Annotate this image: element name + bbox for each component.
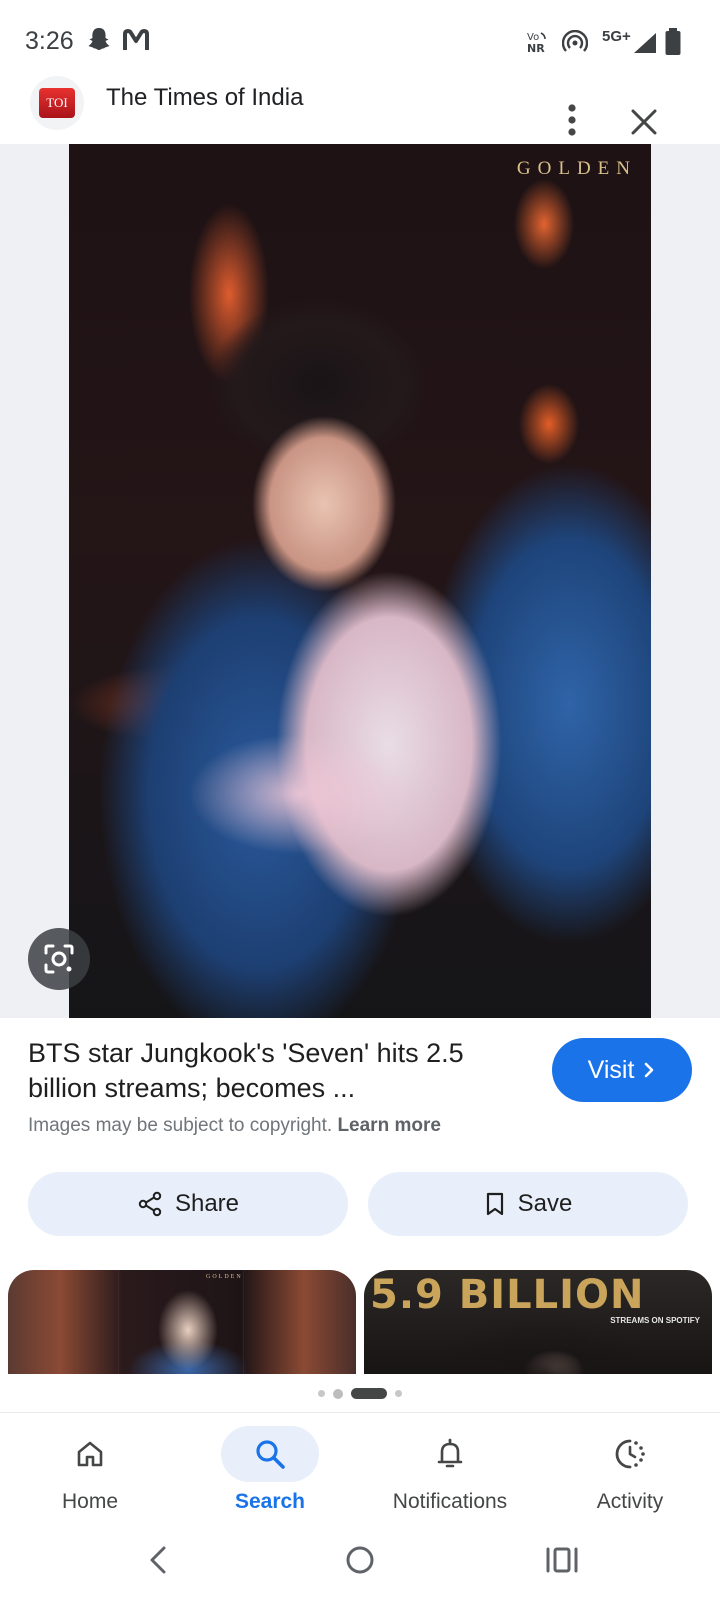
nav-notifications[interactable]: Notifications	[360, 1420, 540, 1520]
search-icon	[256, 1440, 285, 1469]
close-icon	[631, 109, 657, 135]
thumb-1-center	[118, 1270, 244, 1374]
google-lens-button[interactable]	[28, 928, 90, 990]
related-image-2[interactable]: 5.9 BILLION STREAMS ON SPOTIFY	[364, 1270, 712, 1374]
back-chevron-icon	[150, 1546, 166, 1574]
related-image-1[interactable]: GOLDEN	[8, 1270, 356, 1374]
visit-button[interactable]: Visit	[552, 1038, 692, 1102]
carousel-dot	[318, 1390, 325, 1397]
nav-search[interactable]: Search	[180, 1420, 360, 1520]
svg-text:NR: NR	[527, 42, 545, 54]
battery-icon	[664, 28, 682, 61]
thumb-1-brand-text: GOLDEN	[206, 1274, 243, 1280]
copyright-text: Images may be subject to copyright.	[28, 1115, 333, 1136]
nav-activity-icon-wrap	[581, 1426, 679, 1482]
signal-icon	[632, 32, 658, 59]
save-button[interactable]: Save	[368, 1172, 688, 1236]
save-label: Save	[517, 1190, 573, 1217]
home-circle-icon	[346, 1546, 374, 1574]
image-brand-text: GOLDEN	[516, 158, 637, 179]
nav-activity-label: Activity	[596, 1490, 664, 1513]
network-type-label: 5G+	[602, 28, 631, 45]
volte-icon: Vo NR	[524, 30, 550, 59]
clock-time: 3:26	[25, 27, 74, 55]
thumb-2-subtitle: STREAMS ON SPOTIFY	[610, 1316, 700, 1325]
carousel-dot-active	[351, 1388, 387, 1399]
lens-icon	[44, 944, 74, 974]
bookmark-icon	[486, 1192, 503, 1216]
nav-divider	[0, 1412, 720, 1413]
system-back-button[interactable]	[140, 1540, 180, 1580]
bell-icon	[437, 1438, 463, 1468]
learn-more-link[interactable]: Learn more	[337, 1115, 440, 1136]
viewer-header: TOI The Times of India	[0, 70, 720, 144]
home-icon	[77, 1441, 103, 1467]
image-preview-area: GOLDEN	[0, 144, 720, 1018]
site-favicon[interactable]: TOI	[30, 76, 84, 130]
snapchat-ghost-icon	[86, 26, 112, 57]
thumb-2-title: 5.9 BILLION	[370, 1272, 645, 1318]
nav-home-icon-wrap	[41, 1426, 139, 1482]
share-icon	[138, 1191, 162, 1217]
result-title[interactable]: BTS star Jungkook's 'Seven' hits 2.5 bil…	[28, 1036, 528, 1106]
more-vert-icon	[568, 104, 576, 136]
system-recents-button[interactable]	[542, 1540, 582, 1580]
activity-icon	[615, 1439, 645, 1469]
share-button[interactable]: Share	[28, 1172, 348, 1236]
nav-notifications-label: Notifications	[392, 1490, 508, 1513]
more-options-button[interactable]	[556, 102, 588, 142]
carousel-dot	[395, 1390, 402, 1397]
nav-home[interactable]: Home	[0, 1420, 180, 1520]
carousel-indicator	[318, 1388, 402, 1399]
status-bar: 3:26 Vo NR 5G+	[0, 0, 720, 80]
result-image[interactable]: GOLDEN	[69, 144, 651, 1018]
nav-search-icon-wrap	[221, 1426, 319, 1482]
toi-logo: TOI	[39, 88, 75, 118]
carousel-dot	[333, 1388, 343, 1399]
recents-icon	[546, 1547, 578, 1573]
system-home-button[interactable]	[340, 1540, 380, 1580]
close-button[interactable]	[626, 104, 662, 140]
gmail-m-icon	[122, 28, 150, 57]
nav-home-label: Home	[61, 1490, 119, 1513]
nav-activity[interactable]: Activity	[540, 1420, 720, 1520]
nav-search-label: Search	[234, 1490, 306, 1513]
chevron-right-icon	[645, 1062, 654, 1078]
visit-label: Visit	[587, 1055, 635, 1084]
hotspot-icon	[561, 29, 589, 59]
share-label: Share	[174, 1190, 240, 1217]
nav-notifications-icon-wrap	[401, 1426, 499, 1482]
site-name[interactable]: The Times of India	[106, 84, 303, 112]
copyright-notice: Images may be subject to copyright. Lear…	[28, 1115, 441, 1137]
